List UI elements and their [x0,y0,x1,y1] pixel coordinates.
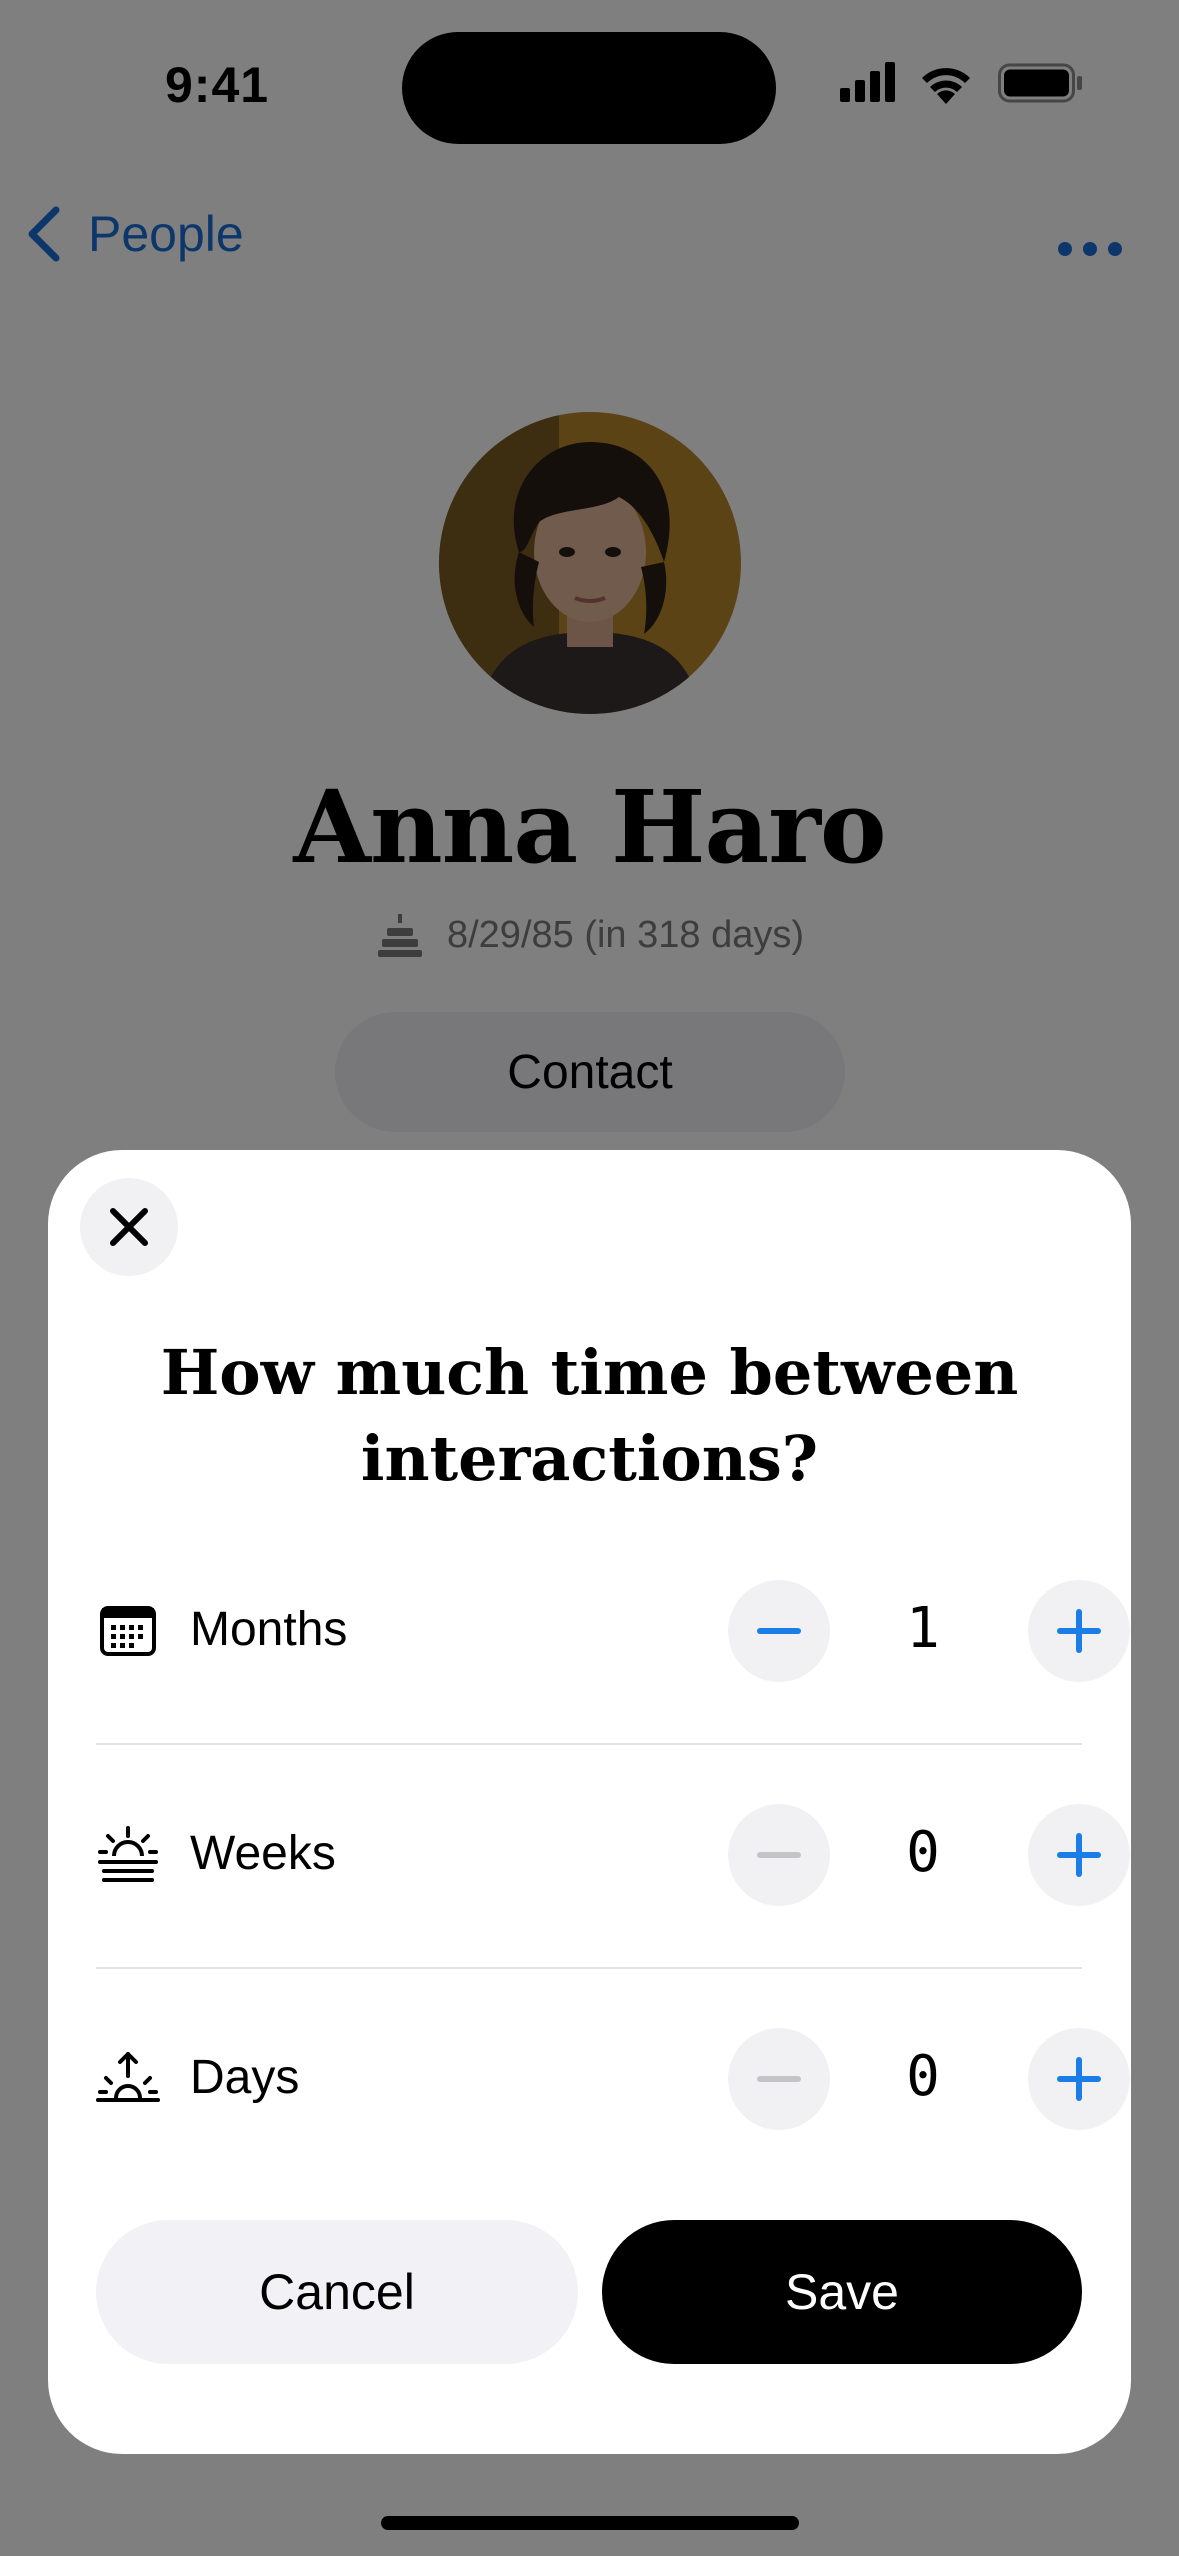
cancel-button[interactable]: Cancel [96,2220,578,2364]
sheet-title: How much time between interactions? [160,1336,1019,1495]
days-label: Days [190,2051,300,2104]
months-increment-button[interactable] [1028,1580,1130,1682]
weeks-label: Weeks [190,1827,336,1880]
months-decrement-button[interactable] [728,1580,830,1682]
minus-icon [757,2076,801,2082]
close-icon [110,1208,148,1246]
days-row: Days 0 [96,2018,1130,2138]
minus-icon [757,1628,801,1634]
weeks-row: Weeks 0 [96,1794,1130,1914]
days-decrement-button[interactable] [728,2028,830,2130]
sunrise-icon [98,1826,158,1882]
months-label: Months [190,1603,348,1656]
row-divider [96,1967,1082,1969]
days-increment-button[interactable] [1028,2028,1130,2130]
plus-icon [1057,1833,1101,1877]
calendar-icon [100,1606,156,1656]
row-divider [96,1743,1082,1745]
weeks-increment-button[interactable] [1028,1804,1130,1906]
home-indicator[interactable] [381,2516,799,2530]
save-button[interactable]: Save [602,2220,1082,2364]
days-value: 0 [906,2044,940,2109]
weeks-decrement-button[interactable] [728,1804,830,1906]
sun-up-icon [96,2052,160,2102]
weeks-value: 0 [906,1820,940,1885]
months-value: 1 [906,1596,940,1661]
close-button[interactable] [80,1178,178,1276]
plus-icon [1057,1609,1101,1653]
minus-icon [757,1852,801,1858]
months-row: Months 1 [96,1570,1130,1690]
interaction-frequency-sheet: How much time between interactions? Mont… [48,1150,1131,2454]
plus-icon [1057,2057,1101,2101]
